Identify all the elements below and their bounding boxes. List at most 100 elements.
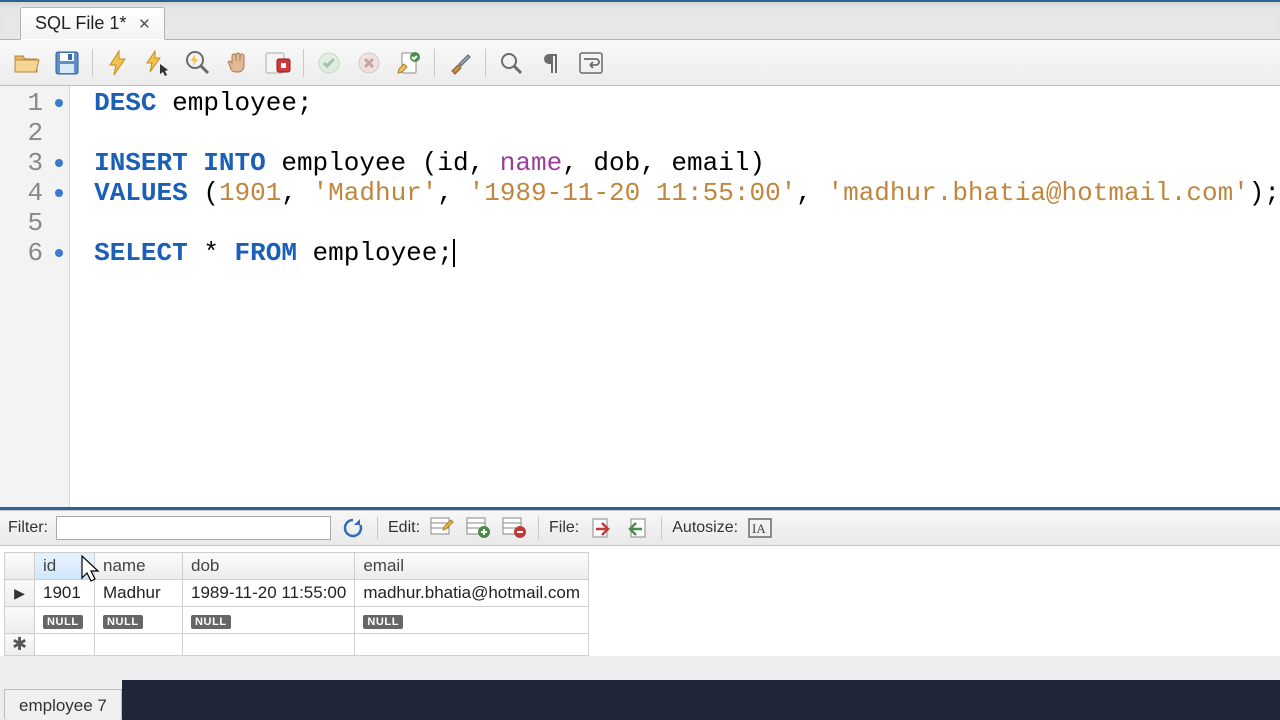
results-grid[interactable]: id name dob email ▶ 1901 Madhur 1989-11-… — [4, 552, 589, 656]
table-row-null[interactable]: NULL NULL NULL NULL — [5, 607, 589, 634]
cell-email[interactable]: madhur.bhatia@hotmail.com — [355, 580, 589, 607]
brush-icon — [448, 51, 472, 75]
refresh-icon — [342, 517, 364, 539]
explain-button[interactable] — [181, 46, 215, 80]
import-button[interactable] — [623, 514, 651, 542]
check-circle-icon — [318, 52, 340, 74]
filter-input[interactable] — [56, 516, 331, 540]
autosize-icon: IA — [748, 518, 772, 538]
new-row-icon: ✱ — [12, 634, 27, 654]
string-literal: '1989-11-20 11:55:00' — [469, 178, 797, 208]
cross-circle-icon — [358, 52, 380, 74]
line-number: 5 — [0, 208, 69, 238]
autosize-button[interactable]: IA — [746, 514, 774, 542]
stop-button[interactable] — [221, 46, 255, 80]
editor-toolbar — [0, 40, 1280, 86]
execute-current-button[interactable] — [141, 46, 175, 80]
add-row-button[interactable] — [464, 514, 492, 542]
code-text: employee; — [157, 88, 313, 118]
invisible-chars-button[interactable] — [534, 46, 568, 80]
rollback-button[interactable] — [352, 46, 386, 80]
svg-text:IA: IA — [752, 521, 766, 536]
code-text: employee (id, — [266, 148, 500, 178]
beautify-button[interactable] — [443, 46, 477, 80]
toolbar-separator — [434, 49, 435, 77]
column-header-email[interactable]: email — [355, 553, 589, 580]
export-button[interactable] — [587, 514, 615, 542]
keyword: SELECT — [94, 238, 188, 268]
code-text: , — [437, 178, 468, 208]
execute-button[interactable] — [101, 46, 135, 80]
column-header-name[interactable]: name — [95, 553, 183, 580]
column-header-id[interactable]: id — [35, 553, 95, 580]
row-header-blank — [5, 553, 35, 580]
floppy-icon — [55, 51, 79, 75]
find-button[interactable] — [494, 46, 528, 80]
delete-row-button[interactable] — [500, 514, 528, 542]
stop-red-icon — [265, 51, 291, 75]
line-number: 1 — [0, 88, 69, 118]
result-tab[interactable]: employee 7 — [4, 689, 122, 720]
null-badge: NULL — [363, 615, 403, 629]
current-row-icon: ▶ — [14, 585, 25, 601]
cell-dob[interactable]: 1989-11-20 11:55:00 — [183, 580, 355, 607]
code-text: , — [281, 178, 312, 208]
autocommit-button[interactable] — [392, 46, 426, 80]
pilcrow-icon — [540, 51, 562, 75]
pencil-doc-icon — [397, 51, 421, 75]
filter-label: Filter: — [8, 519, 48, 537]
autosize-label: Autosize: — [672, 519, 738, 537]
close-icon[interactable]: ✕ — [136, 16, 152, 32]
results-grid-wrap: id name dob email ▶ 1901 Madhur 1989-11-… — [0, 546, 1280, 656]
string-literal: 'madhur.bhatia@hotmail.com' — [828, 178, 1249, 208]
file-tab[interactable]: SQL File 1* ✕ — [20, 7, 165, 40]
string-literal: 'Madhur' — [313, 178, 438, 208]
hand-icon — [226, 51, 250, 75]
lightning-icon — [107, 50, 129, 76]
export-icon — [590, 517, 612, 539]
toolbar-separator — [661, 517, 662, 539]
code-text: * — [188, 238, 235, 268]
null-badge: NULL — [191, 615, 231, 629]
open-file-button[interactable] — [10, 46, 44, 80]
save-button[interactable] — [50, 46, 84, 80]
code-text: employee; — [297, 238, 453, 268]
null-badge: NULL — [103, 615, 143, 629]
import-icon — [626, 517, 648, 539]
line-gutter: 1 2 3 4 5 6 — [0, 86, 70, 507]
file-label: File: — [549, 519, 579, 537]
grid-pencil-icon — [430, 517, 454, 539]
toolbar-separator — [538, 517, 539, 539]
table-row[interactable]: ▶ 1901 Madhur 1989-11-20 11:55:00 madhur… — [5, 580, 589, 607]
toolbar-separator — [377, 517, 378, 539]
lightning-cursor-icon — [145, 50, 171, 76]
line-number: 4 — [0, 178, 69, 208]
toolbar-separator — [303, 49, 304, 77]
refresh-button[interactable] — [339, 514, 367, 542]
line-number: 6 — [0, 238, 69, 268]
magnify-lightning-icon — [185, 50, 211, 76]
keyword: VALUES — [94, 178, 188, 208]
stop-script-button[interactable] — [261, 46, 295, 80]
line-number: 3 — [0, 148, 69, 178]
wrap-icon — [579, 52, 603, 74]
sql-editor[interactable]: 1 2 3 4 5 6 DESC employee; INSERT INTO e… — [0, 86, 1280, 510]
magnify-icon — [499, 51, 523, 75]
line-number: 2 — [0, 118, 69, 148]
toolbar-separator — [92, 49, 93, 77]
code-text: ); — [1249, 178, 1280, 208]
table-row-new[interactable]: ✱ — [5, 634, 589, 656]
keyword: INSERT INTO — [94, 148, 266, 178]
bottom-fill — [122, 680, 1280, 720]
edit-label: Edit: — [388, 519, 420, 537]
commit-button[interactable] — [312, 46, 346, 80]
edit-row-button[interactable] — [428, 514, 456, 542]
null-badge: NULL — [43, 615, 83, 629]
cell-name[interactable]: Madhur — [95, 580, 183, 607]
tab-bar: SQL File 1* ✕ — [0, 2, 1280, 40]
column-header-dob[interactable]: dob — [183, 553, 355, 580]
code-text: , — [796, 178, 827, 208]
wrap-button[interactable] — [574, 46, 608, 80]
cell-id[interactable]: 1901 — [35, 580, 95, 607]
code-area[interactable]: DESC employee; INSERT INTO employee (id,… — [70, 86, 1280, 507]
